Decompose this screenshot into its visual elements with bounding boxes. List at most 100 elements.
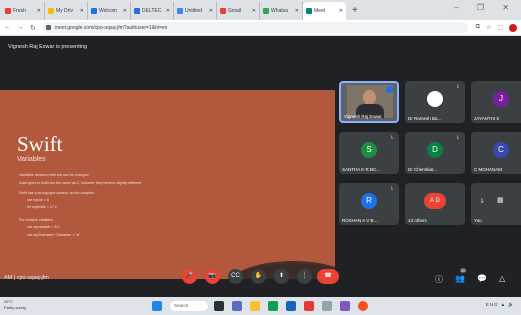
- extensions-icon[interactable]: ⬚: [497, 24, 503, 31]
- mic-off-icon: ⇂: [455, 84, 460, 90]
- others-tile[interactable]: A D 13 others: [405, 183, 465, 225]
- slide-bullet: Data types in Swift are the same as C, h…: [19, 181, 142, 185]
- taskbar-search[interactable]: Search: [170, 301, 208, 311]
- activities-button[interactable]: △: [499, 274, 505, 283]
- slide-code-line: var myvariable = 8.0: [27, 225, 60, 229]
- browser-tab[interactable]: Gmail ✕: [217, 2, 260, 20]
- task-view-icon[interactable]: [214, 301, 224, 311]
- close-icon[interactable]: ✕: [37, 8, 41, 14]
- participant-avatar: S: [361, 142, 377, 158]
- browser-tab[interactable]: Untitled ✕: [174, 2, 217, 20]
- back-button[interactable]: ←: [4, 24, 11, 31]
- grid-icon: ▦: [497, 197, 504, 204]
- participant-tile[interactable]: S ⇂ SANTHA K R BC...: [339, 132, 399, 174]
- close-icon[interactable]: ✕: [123, 8, 127, 14]
- participant-name: SANTHA K R BC...: [342, 167, 381, 172]
- new-tab-button[interactable]: +: [346, 2, 364, 20]
- camera-off-icon: 📷: [208, 273, 217, 279]
- browser-toolbar: ⧉ ☆ ⬚: [476, 23, 517, 32]
- presentation-slide: Swift Variables Variables declared with …: [0, 90, 335, 279]
- people-button[interactable]: 👥 20: [455, 268, 467, 283]
- chat-button[interactable]: 💬: [477, 274, 487, 283]
- browser-tab[interactable]: Welcom ✕: [88, 2, 131, 20]
- presenting-label: Vignesh Raj Eswar is presenting: [8, 44, 88, 50]
- chat-icon: 💬: [477, 274, 487, 283]
- participant-avatar: J: [493, 91, 509, 107]
- url-text: meet.google.com/cpo-uqaq-jfm?authuser=1&…: [54, 24, 168, 31]
- app-icon[interactable]: [304, 301, 314, 311]
- close-icon[interactable]: ✕: [295, 8, 299, 14]
- participant-tile[interactable]: ⇂ Dr Ramesh Ba...: [405, 81, 465, 123]
- browser-tab[interactable]: DELTEC ✕: [131, 2, 174, 20]
- participant-tile[interactable]: J ⇂ JAYANTHI S: [471, 81, 521, 123]
- hand-icon: ✋: [254, 273, 263, 279]
- close-icon[interactable]: ✕: [252, 8, 256, 14]
- browser-tab-active[interactable]: Meet ✕: [303, 2, 346, 20]
- url-bar[interactable]: meet.google.com/cpo-uqaq-jfm?authuser=1&…: [41, 22, 468, 33]
- start-icon[interactable]: [152, 301, 162, 311]
- mic-toggle-button[interactable]: 🎤: [182, 269, 197, 284]
- app-icon[interactable]: [340, 301, 350, 311]
- browser-tab[interactable]: Whatsa ✕: [260, 2, 303, 20]
- meeting-details: AM | cpo-uqaq-jfm: [4, 275, 49, 281]
- camera-toggle-button[interactable]: 📷: [205, 269, 220, 284]
- participant-name: ROSHAN A V B...: [342, 218, 378, 223]
- raise-hand-button[interactable]: ✋: [251, 269, 266, 284]
- file-explorer-icon[interactable]: [250, 301, 260, 311]
- self-name: You: [474, 218, 482, 223]
- people-count-badge: 20: [460, 268, 467, 273]
- self-tile[interactable]: ⇂ ▦ You: [471, 183, 521, 225]
- app-icon[interactable]: [322, 301, 332, 311]
- phone-hangup-icon: ☎: [324, 273, 332, 279]
- more-options-button[interactable]: ⋮: [297, 269, 312, 284]
- tab-favicon: [306, 8, 312, 14]
- tab-favicon: [177, 8, 183, 14]
- close-icon[interactable]: ✕: [80, 8, 84, 14]
- slide-bullet: Swift has a strong type system, so the c…: [19, 191, 95, 195]
- browser-tab[interactable]: Fresh ✕: [2, 2, 45, 20]
- cast-icon[interactable]: ⧉: [476, 24, 480, 31]
- store-icon[interactable]: [286, 301, 296, 311]
- end-call-button[interactable]: ☎: [317, 269, 339, 284]
- bookmark-star-icon[interactable]: ☆: [486, 24, 491, 31]
- tab-favicon: [48, 8, 54, 14]
- participant-name: Vignesh Raj Eswar: [344, 114, 382, 119]
- participant-avatar: [427, 91, 443, 107]
- people-icon: 👥: [455, 274, 465, 283]
- participant-tile[interactable]: C C MOHANAM: [471, 132, 521, 174]
- meeting-info-button[interactable]: ⓘ: [435, 274, 443, 285]
- participant-avatar: D: [427, 142, 443, 158]
- audio-level-icon: [386, 86, 393, 93]
- mic-off-icon: ⇂: [389, 135, 394, 141]
- present-icon: ⬆: [278, 273, 285, 279]
- taskbar: 26°C Partly sunny Search ENG ▲ 🔊: [0, 297, 521, 315]
- chrome-icon[interactable]: [358, 301, 368, 311]
- clock-time: AM: [4, 275, 13, 281]
- close-icon[interactable]: ✕: [339, 8, 343, 14]
- chat-app-icon[interactable]: [232, 301, 242, 311]
- mic-off-icon: ⇂: [389, 186, 394, 192]
- present-button[interactable]: ⬆: [274, 269, 289, 284]
- edge-icon[interactable]: [268, 301, 278, 311]
- close-icon[interactable]: ✕: [166, 8, 170, 14]
- browser-tab[interactable]: My Driv ✕: [45, 2, 88, 20]
- captions-button[interactable]: CC: [228, 269, 243, 284]
- activities-icon: △: [499, 274, 506, 283]
- slide-bullet: For multiple variables: [19, 218, 54, 222]
- mic-off-icon: 🎤: [185, 273, 194, 279]
- tab-favicon: [91, 8, 97, 14]
- window-controls[interactable]: – ❐ ✕: [454, 3, 517, 12]
- slide-subtitle: Variables: [17, 156, 46, 163]
- profile-avatar[interactable]: [509, 23, 517, 32]
- participant-name: JAYANTHI S: [474, 116, 500, 121]
- forward-button[interactable]: →: [17, 24, 24, 31]
- reload-button[interactable]: ↻: [30, 24, 36, 32]
- close-icon[interactable]: ✕: [209, 8, 213, 14]
- system-tray[interactable]: ENG ▲ 🔊: [486, 302, 515, 308]
- participant-tile[interactable]: D ⇂ Dr Chembiar...: [405, 132, 465, 174]
- participant-tile[interactable]: R ⇂ ROSHAN A V B...: [339, 183, 399, 225]
- slide-code-line: var myvar = 8: [27, 198, 49, 202]
- participant-tile-speaking[interactable]: Vignesh Raj Eswar: [339, 81, 399, 123]
- slide-code-line: var myCharacter: Character = "A": [27, 233, 81, 237]
- weather-widget[interactable]: 26°C Partly sunny: [4, 299, 26, 311]
